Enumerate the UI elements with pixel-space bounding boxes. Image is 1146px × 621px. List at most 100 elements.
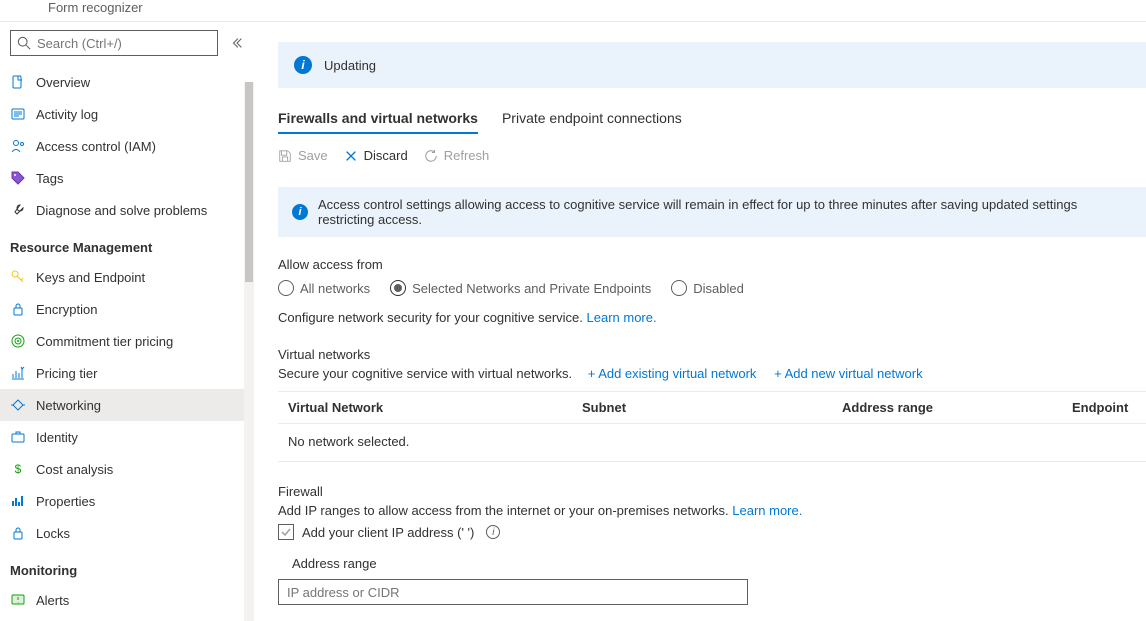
col-endpoint: Endpoint bbox=[1072, 400, 1136, 415]
col-subnet: Subnet bbox=[582, 400, 842, 415]
radio-selected-networks-and-private-endpoints[interactable]: Selected Networks and Private Endpoints bbox=[390, 280, 651, 296]
allow-access-radios: All networks Selected Networks and Privat… bbox=[278, 280, 1146, 296]
search-input[interactable] bbox=[37, 36, 211, 51]
nav-group-monitoring: Monitoring bbox=[0, 549, 254, 584]
nav-group-resource-management: Resource Management bbox=[0, 226, 254, 261]
sidebar-item-keys-and-endpoint[interactable]: Keys and Endpoint bbox=[0, 261, 254, 293]
radio-disabled[interactable]: Disabled bbox=[671, 280, 744, 296]
sidebar-item-label: Activity log bbox=[36, 107, 98, 122]
sidebar-item-alerts[interactable]: Alerts bbox=[0, 584, 254, 616]
add-new-vnet-link[interactable]: Add new virtual network bbox=[774, 366, 923, 381]
radio-circle-icon bbox=[278, 280, 294, 296]
add-client-ip-checkbox[interactable] bbox=[278, 524, 294, 540]
discard-button[interactable]: Discard bbox=[344, 148, 408, 163]
sidebar-item-tags[interactable]: Tags bbox=[0, 162, 254, 194]
person-icon bbox=[10, 138, 26, 154]
sidebar-item-label: Diagnose and solve problems bbox=[36, 203, 207, 218]
radio-label: Disabled bbox=[693, 281, 744, 296]
file-icon bbox=[10, 74, 26, 90]
sidebar-item-overview[interactable]: Overview bbox=[0, 66, 254, 98]
sidebar-scrollbar[interactable] bbox=[244, 82, 254, 621]
firewall-desc-row: Add IP ranges to allow access from the i… bbox=[278, 503, 1146, 518]
firewall-heading: Firewall bbox=[278, 484, 1146, 499]
sidebar-item-networking[interactable]: Networking bbox=[0, 389, 254, 421]
refresh-button[interactable]: Refresh bbox=[424, 148, 490, 163]
firewall-desc: Add IP ranges to allow access from the i… bbox=[278, 503, 732, 518]
save-icon bbox=[278, 149, 292, 163]
col-address-range: Address range bbox=[842, 400, 1072, 415]
tab-private-endpoint-connections[interactable]: Private endpoint connections bbox=[502, 110, 682, 134]
discard-label: Discard bbox=[364, 148, 408, 163]
sidebar-item-commitment-tier-pricing[interactable]: Commitment tier pricing bbox=[0, 325, 254, 357]
sidebar: Overview Activity log Access control (IAM)… bbox=[0, 22, 254, 621]
updating-text: Updating bbox=[324, 58, 376, 73]
sidebar-item-diagnose-and-solve-problems[interactable]: Diagnose and solve problems bbox=[0, 194, 254, 226]
collapse-sidebar-icon[interactable] bbox=[230, 36, 244, 50]
firewall-learn-more-link[interactable]: Learn more. bbox=[732, 503, 802, 518]
add-client-ip-row: Add your client IP address (' ') i bbox=[278, 524, 1146, 540]
check-icon bbox=[280, 526, 292, 538]
key-icon bbox=[10, 269, 26, 285]
sidebar-item-label: Identity bbox=[36, 430, 78, 445]
wrench-icon bbox=[10, 202, 26, 218]
table-header-row: Virtual Network Subnet Address range End… bbox=[278, 392, 1146, 423]
main-content: i Updating Firewalls and virtual network… bbox=[254, 22, 1146, 621]
sidebar-item-label: Keys and Endpoint bbox=[36, 270, 145, 285]
sidebar-item-label: Properties bbox=[36, 494, 95, 509]
add-client-ip-label: Add your client IP address (' ') bbox=[302, 525, 474, 540]
radio-label: All networks bbox=[300, 281, 370, 296]
configure-text: Configure network security for your cogn… bbox=[278, 310, 587, 325]
tab-firewalls-and-virtual-networks[interactable]: Firewalls and virtual networks bbox=[278, 110, 478, 134]
sidebar-item-access-control-iam-[interactable]: Access control (IAM) bbox=[0, 130, 254, 162]
page-title: Form recognizer bbox=[0, 0, 1146, 21]
sidebar-item-activity-log[interactable]: Activity log bbox=[0, 98, 254, 130]
access-info-text: Access control settings allowing access … bbox=[318, 197, 1132, 227]
chart-icon bbox=[10, 365, 26, 381]
briefcase-icon bbox=[10, 429, 26, 445]
info-icon: i bbox=[292, 204, 308, 220]
sidebar-item-label: Cost analysis bbox=[36, 462, 113, 477]
svg-text:$: $ bbox=[15, 462, 22, 476]
sidebar-item-label: Commitment tier pricing bbox=[36, 334, 173, 349]
sidebar-item-cost-analysis[interactable]: $ Cost analysis bbox=[0, 453, 254, 485]
toolbar: Save Discard Refresh bbox=[278, 148, 1146, 163]
radio-all-networks[interactable]: All networks bbox=[278, 280, 370, 296]
sidebar-item-label: Alerts bbox=[36, 593, 69, 608]
sidebar-item-identity[interactable]: Identity bbox=[0, 421, 254, 453]
radio-circle-icon bbox=[390, 280, 406, 296]
save-label: Save bbox=[298, 148, 328, 163]
vnets-heading: Virtual networks bbox=[278, 347, 1146, 362]
add-existing-vnet-link[interactable]: Add existing virtual network bbox=[588, 366, 757, 381]
tag-icon bbox=[10, 170, 26, 186]
vnets-desc: Secure your cognitive service with virtu… bbox=[278, 366, 572, 381]
table-empty-message: No network selected. bbox=[278, 423, 1146, 461]
info-outline-icon[interactable]: i bbox=[486, 525, 500, 539]
sidebar-item-label: Pricing tier bbox=[36, 366, 97, 381]
sidebar-item-label: Locks bbox=[36, 526, 70, 541]
refresh-icon bbox=[424, 149, 438, 163]
refresh-label: Refresh bbox=[444, 148, 490, 163]
ip-address-input[interactable] bbox=[278, 579, 748, 605]
dollar-icon: $ bbox=[10, 461, 26, 477]
sidebar-item-encryption[interactable]: Encryption bbox=[0, 293, 254, 325]
sidebar-item-locks[interactable]: Locks bbox=[0, 517, 254, 549]
info-icon: i bbox=[294, 56, 312, 74]
sidebar-item-pricing-tier[interactable]: Pricing tier bbox=[0, 357, 254, 389]
bars-icon bbox=[10, 493, 26, 509]
updating-banner: i Updating bbox=[278, 42, 1146, 88]
sidebar-item-label: Access control (IAM) bbox=[36, 139, 156, 154]
search-icon bbox=[17, 36, 31, 50]
configure-desc: Configure network security for your cogn… bbox=[278, 310, 1146, 325]
allow-access-label: Allow access from bbox=[278, 257, 1146, 272]
search-box[interactable] bbox=[10, 30, 218, 56]
alert-icon bbox=[10, 592, 26, 608]
sidebar-item-properties[interactable]: Properties bbox=[0, 485, 254, 517]
save-button[interactable]: Save bbox=[278, 148, 328, 163]
col-virtual-network: Virtual Network bbox=[288, 400, 582, 415]
vnets-table: Virtual Network Subnet Address range End… bbox=[278, 391, 1146, 462]
tabs: Firewalls and virtual networks Private en… bbox=[278, 110, 1146, 134]
lock-icon bbox=[10, 525, 26, 541]
discard-icon bbox=[344, 149, 358, 163]
learn-more-link[interactable]: Learn more. bbox=[587, 310, 657, 325]
address-range-label: Address range bbox=[292, 556, 1146, 571]
